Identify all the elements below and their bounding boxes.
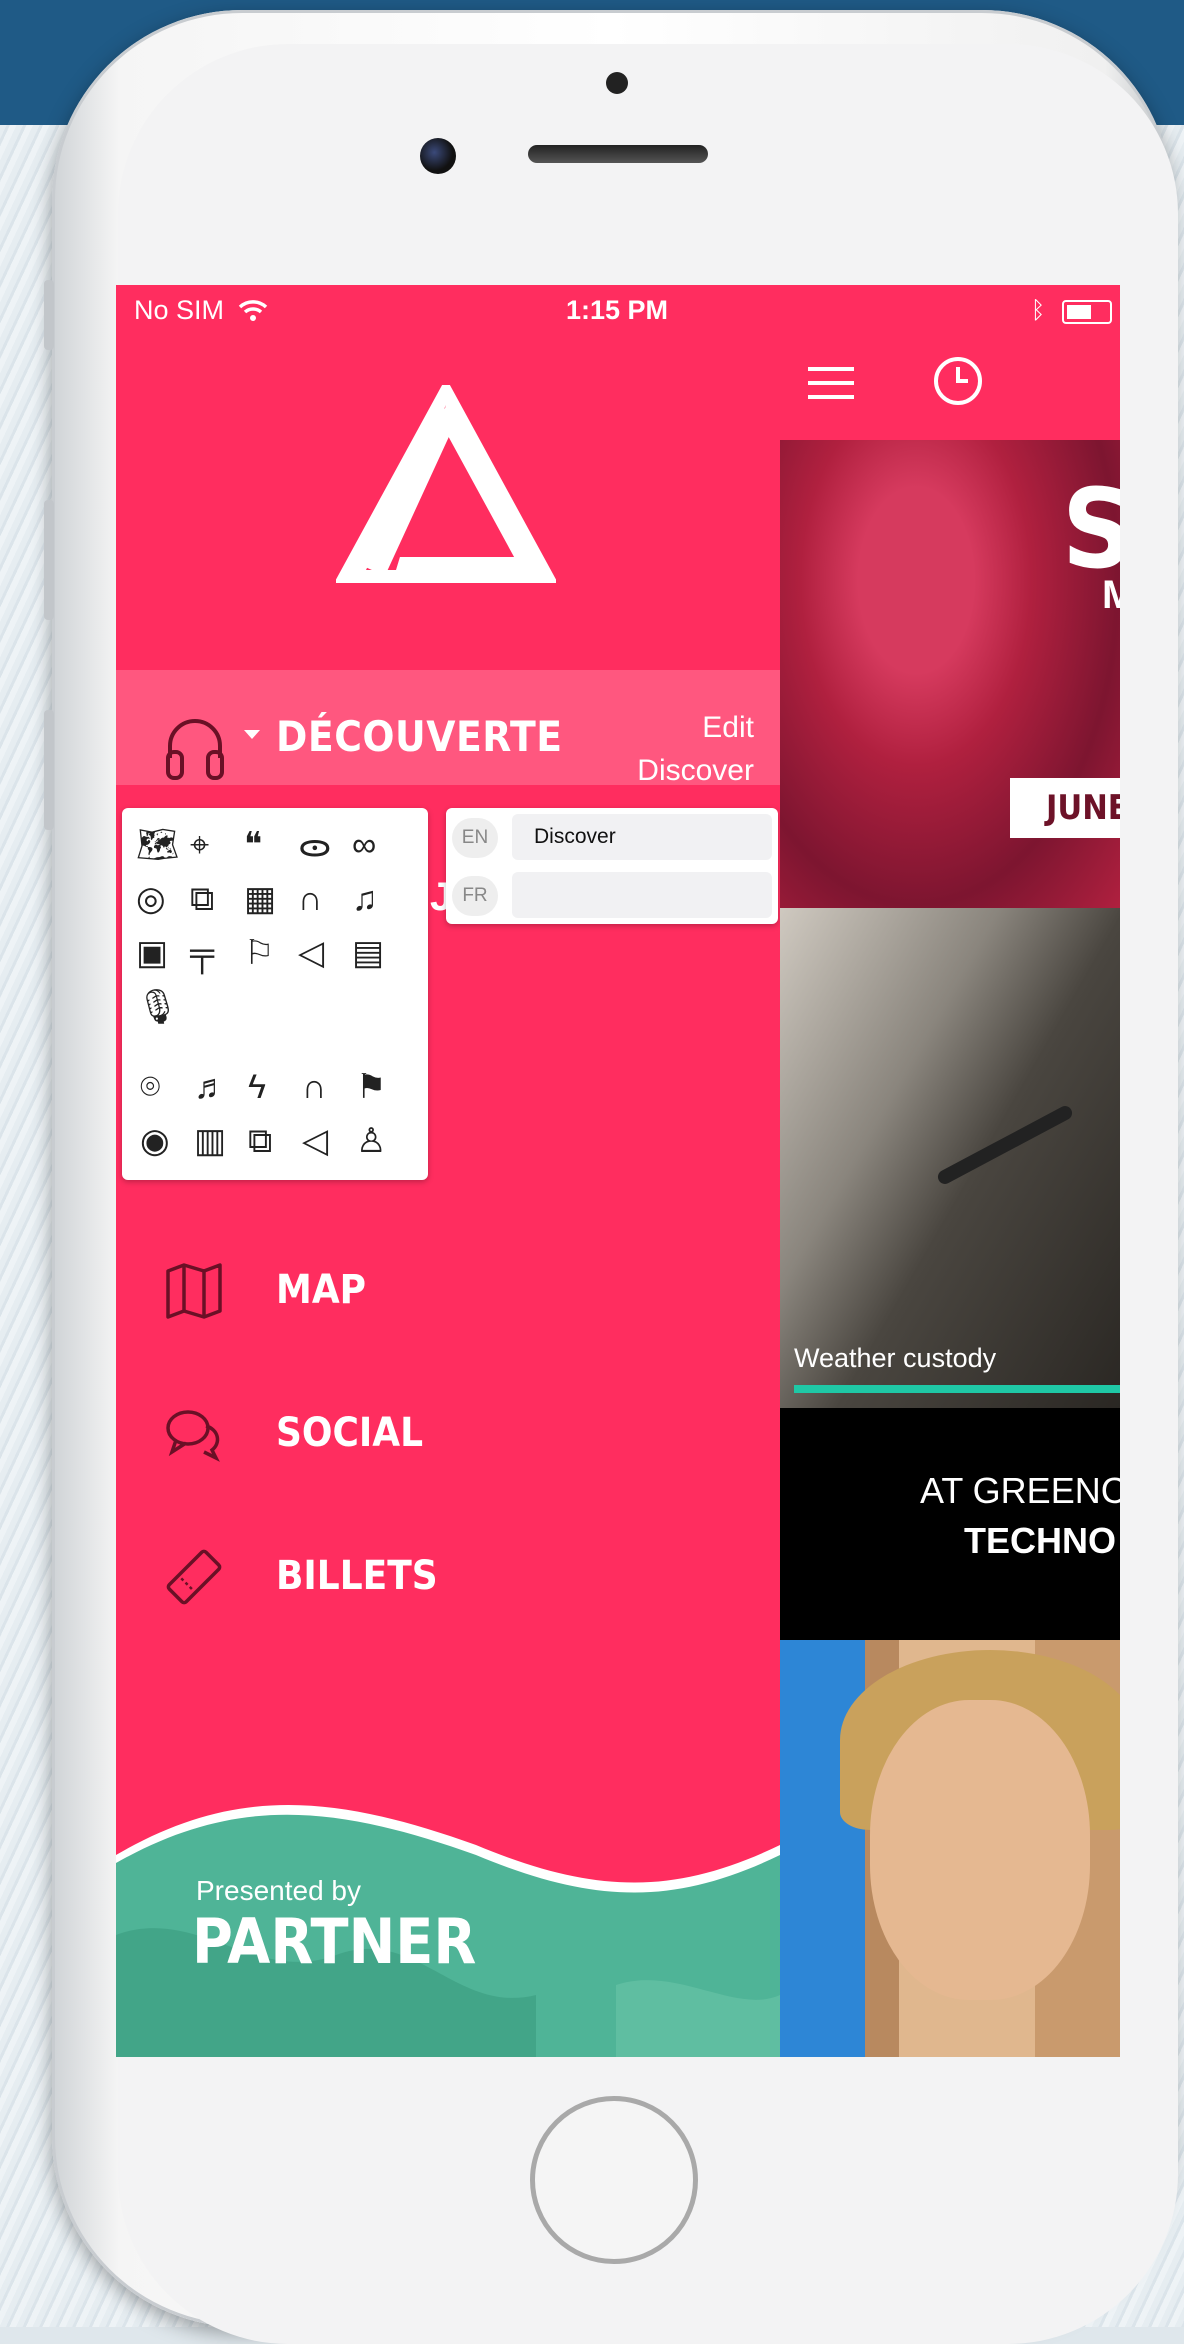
map-icon[interactable]: 🗺︎ xyxy=(136,828,179,862)
language-code: FR xyxy=(452,876,498,916)
user-icon[interactable]: ♙ xyxy=(356,1124,386,1158)
speaker-icon[interactable]: ◎ xyxy=(136,882,166,916)
navigation-drawer: No SIM 1:15 PM DÉCOUVERTE Edit Discover … xyxy=(116,285,780,2057)
main-content: ᛒ S M JUNE Weather custody AT GREENC TEC… xyxy=(780,285,1120,2057)
microphone-icon[interactable]: 🎙︎ xyxy=(136,990,179,1024)
section-title: DÉCOUVERTE xyxy=(276,712,563,761)
app-logo xyxy=(336,385,556,583)
glasses-icon[interactable]: ∞ xyxy=(352,828,376,862)
megaphone-icon[interactable]: ◁ xyxy=(298,936,324,970)
lightning-icon[interactable]: ϟ xyxy=(248,1070,266,1104)
calendar-icon[interactable]: ▤ xyxy=(352,936,384,970)
card2-caption: Weather custody xyxy=(794,1343,997,1373)
card3-line-2: TECHNO xyxy=(964,1520,1116,1561)
status-right: ᛒ xyxy=(1031,297,1112,325)
proximity-sensor xyxy=(606,72,628,94)
bluetooth-icon: ᛒ xyxy=(1030,297,1046,324)
headphones-icon[interactable]: ∩ xyxy=(298,882,322,916)
volume-down-button xyxy=(44,710,54,830)
language-row-fr: FR xyxy=(452,870,772,920)
announce-icon[interactable]: ◁ xyxy=(302,1124,328,1158)
schedule-icon[interactable]: ▦ xyxy=(244,882,276,916)
card1-subtitle-fragment: M xyxy=(1102,573,1120,617)
partner-name: PARTNER xyxy=(192,1905,477,1978)
ticket-icon[interactable]: ⧉ xyxy=(190,882,214,916)
mute-switch xyxy=(44,280,54,350)
home-button[interactable] xyxy=(530,2096,698,2264)
flag-icon[interactable]: ⚐ xyxy=(244,936,274,970)
music-icon[interactable]: ♫ xyxy=(352,882,378,916)
location-icon[interactable]: ⌾ xyxy=(140,1070,160,1104)
card2-accent-bar xyxy=(794,1385,1120,1393)
drawer-section-header[interactable]: DÉCOUVERTE Edit Discover xyxy=(116,670,780,787)
edit-value: Discover xyxy=(637,754,754,787)
menu-label: MAP xyxy=(276,1267,367,1313)
menu-label: BILLETS xyxy=(276,1553,438,1599)
map-pin-icon[interactable]: ▣ xyxy=(136,936,168,970)
battery-icon xyxy=(1062,299,1112,324)
artist-photo-face xyxy=(870,1700,1090,2000)
edit-label: Edit xyxy=(702,711,754,744)
pin-icon[interactable]: ⌖ xyxy=(190,828,209,862)
flag-marker-icon[interactable]: ⚑ xyxy=(356,1070,386,1104)
signpost-icon[interactable]: ╤ xyxy=(190,936,214,970)
quote-icon[interactable]: ❝ xyxy=(244,828,262,862)
carrier-label: No SIM xyxy=(134,295,225,325)
partner-presented-by: Presented by xyxy=(196,1875,361,1906)
event-card-4[interactable] xyxy=(780,1640,1120,2057)
headset-icon[interactable]: ∩ xyxy=(302,1070,326,1104)
earpiece-speaker xyxy=(528,145,708,163)
volume-up-button xyxy=(44,500,54,620)
top-bar: ᛒ xyxy=(780,285,1120,440)
menu-item-social[interactable]: SOCIAL xyxy=(116,1388,780,1478)
front-camera xyxy=(420,138,456,174)
status-time: 1:15 PM xyxy=(566,295,669,325)
status-carrier: No SIM xyxy=(134,295,268,326)
language-editor: EN Discover FR xyxy=(446,808,778,924)
wifi-icon xyxy=(238,300,267,321)
chat-icon xyxy=(166,1410,220,1462)
date-icon[interactable]: ▥ xyxy=(194,1124,226,1158)
menu-label: SOCIAL xyxy=(276,1410,424,1456)
card1-date-text: JUNE xyxy=(1046,788,1120,828)
hamburger-menu-icon[interactable] xyxy=(808,363,854,403)
ticket-icon xyxy=(166,1549,222,1605)
music-note-icon[interactable]: ♬ xyxy=(194,1070,228,1104)
menu-item-map[interactable]: MAP xyxy=(116,1245,780,1335)
chevron-down-icon[interactable] xyxy=(244,730,260,739)
event-card-2[interactable] xyxy=(780,908,1120,1408)
card3-line-1: AT GREENC xyxy=(920,1470,1120,1511)
headphones-icon[interactable] xyxy=(162,712,228,782)
language-row-en: EN Discover xyxy=(452,812,772,862)
microphone-photo-detail xyxy=(935,1103,1075,1187)
language-field-en[interactable]: Discover xyxy=(512,814,772,860)
map-icon xyxy=(166,1263,222,1319)
bomb-icon[interactable]: ᯣ xyxy=(298,828,332,862)
clock-icon[interactable] xyxy=(932,355,984,407)
edit-button[interactable]: Edit Discover xyxy=(637,706,754,792)
menu-item-billets[interactable]: BILLETS xyxy=(116,1531,780,1621)
phone-screen: No SIM 1:15 PM DÉCOUVERTE Edit Discover … xyxy=(116,285,1120,2057)
pass-icon[interactable]: ⧉ xyxy=(248,1124,272,1158)
card1-date-band: JUNE xyxy=(1010,778,1120,838)
language-code: EN xyxy=(452,818,498,858)
icon-picker-popover: 🗺︎ ⌖ ❝ ᯣ ∞ ◎ ⧉ ▦ ∩ ♫ ▣ ╤ ⚐ ◁ ▤ 🎙︎ ⌾ ♬ ϟ … xyxy=(122,808,428,1180)
eye-icon[interactable]: ◉ xyxy=(140,1124,170,1158)
language-field-fr[interactable] xyxy=(512,872,772,918)
